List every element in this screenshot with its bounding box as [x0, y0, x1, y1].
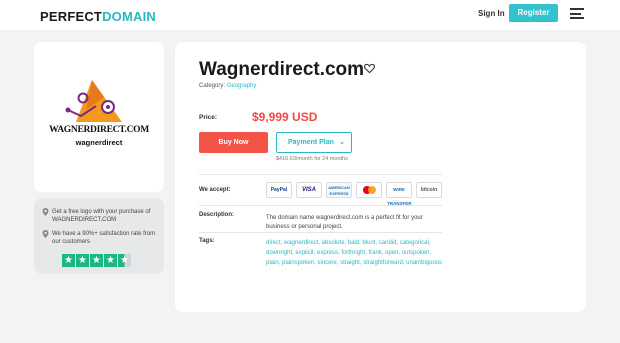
tag-link[interactable]: direct [266, 240, 281, 246]
star-icon: ★ [76, 254, 89, 267]
tag-link[interactable]: frank [368, 250, 381, 256]
category-label: Category: [199, 83, 226, 89]
top-navigation-bar: PERFECTDOMAIN Sign In Register [0, 0, 620, 30]
star-icon: ★ [90, 254, 103, 267]
accept-label: We accept: [199, 187, 231, 193]
location-pin-icon [42, 208, 49, 219]
wire-transfer-icon: WIRE TRANSFER [386, 182, 412, 206]
tag-link[interactable]: wagnerdirect [284, 240, 318, 246]
payment-plan-button[interactable]: Payment Plan ⌄ [276, 132, 352, 153]
tag-link[interactable]: unambiguous [406, 260, 442, 266]
promo-satisfaction-text: We have a 90%+ satisfaction rate from ou… [52, 231, 156, 245]
price-label: Price: [199, 114, 218, 121]
tag-link[interactable]: forthright [341, 250, 365, 256]
register-button[interactable]: Register [509, 4, 558, 22]
tag-link[interactable]: candid [379, 240, 397, 246]
tag-link[interactable]: explicit [295, 250, 313, 256]
payment-plan-note: $416.63/month for 24 months [276, 156, 348, 162]
logo-wordmark: WAGNERDIRECT.COM [49, 125, 149, 135]
site-logo[interactable]: PERFECTDOMAIN [40, 9, 156, 24]
bitcoin-icon: bitcoin [416, 182, 442, 198]
location-pin-icon [42, 230, 49, 241]
tag-link[interactable]: categorical [400, 240, 429, 246]
promo-card: Get a free logo with your purchase of WA… [34, 198, 164, 274]
tags-label: Tags: [199, 238, 215, 244]
tag-link[interactable]: downright [266, 250, 292, 256]
hamburger-menu-icon[interactable] [570, 8, 584, 19]
logo-subtitle: wagnerdirect [75, 138, 123, 147]
half-star-icon: ★ [118, 254, 131, 267]
tag-link[interactable]: straight [340, 260, 360, 266]
category-link[interactable]: Geography [227, 83, 257, 89]
promo-free-logo-text: Get a free logo with your purchase of WA… [52, 209, 151, 223]
description-label: Description: [199, 212, 235, 218]
sign-in-link[interactable]: Sign In [478, 9, 505, 18]
tag-link[interactable]: absolute [322, 240, 345, 246]
domain-logo-card: WAGNERDIRECT.COM wagnerdirect [34, 42, 164, 192]
logo-text-domain: DOMAIN [102, 9, 156, 24]
chevron-down-icon: ⌄ [339, 139, 345, 146]
domain-details-card: Wagnerdirect.com Category: Geography Pri… [175, 42, 586, 312]
divider [199, 205, 442, 206]
tag-link[interactable]: plain [266, 260, 279, 266]
tag-separator: , [428, 240, 431, 246]
trustpilot-rating: ★ ★ ★ ★ ★ [62, 254, 132, 267]
paypal-icon: PayPal [266, 182, 292, 198]
logo-text-perfect: PERFECT [40, 9, 103, 24]
payment-methods: PayPal VISA AMERICAN EXPRESS WIRE TRANSF… [266, 182, 446, 206]
favorite-heart-icon[interactable] [364, 63, 375, 74]
tag-link[interactable]: outspoken [402, 250, 430, 256]
buy-now-button[interactable]: Buy Now [199, 132, 268, 153]
tag-separator: , [429, 250, 432, 256]
star-icon: ★ [62, 254, 75, 267]
tag-link[interactable]: blunt [362, 240, 375, 246]
price-value: $9,999 USD [252, 110, 318, 124]
tag-link[interactable]: open [385, 250, 398, 256]
tags-list: direct, wagnerdirect, absolute, bald, bl… [266, 238, 444, 268]
tag-link[interactable]: straightforward [363, 260, 403, 266]
domain-title: Wagnerdirect.com [199, 59, 365, 80]
tag-link[interactable]: bald [348, 240, 359, 246]
divider [199, 174, 442, 175]
tag-link[interactable]: express [317, 250, 338, 256]
description-text: The domain name wagnerdirect.com is a pe… [266, 215, 423, 230]
category-line: Category: Geography [199, 83, 256, 89]
tag-link[interactable]: sincere [317, 260, 336, 266]
mastercard-icon [356, 182, 382, 198]
star-icon: ★ [104, 254, 117, 267]
amex-icon: AMERICAN EXPRESS [326, 182, 352, 198]
tag-link[interactable]: plainspoken [282, 260, 314, 266]
payment-plan-label: Payment Plan [288, 139, 334, 146]
visa-icon: VISA [296, 182, 322, 198]
divider [199, 232, 442, 233]
